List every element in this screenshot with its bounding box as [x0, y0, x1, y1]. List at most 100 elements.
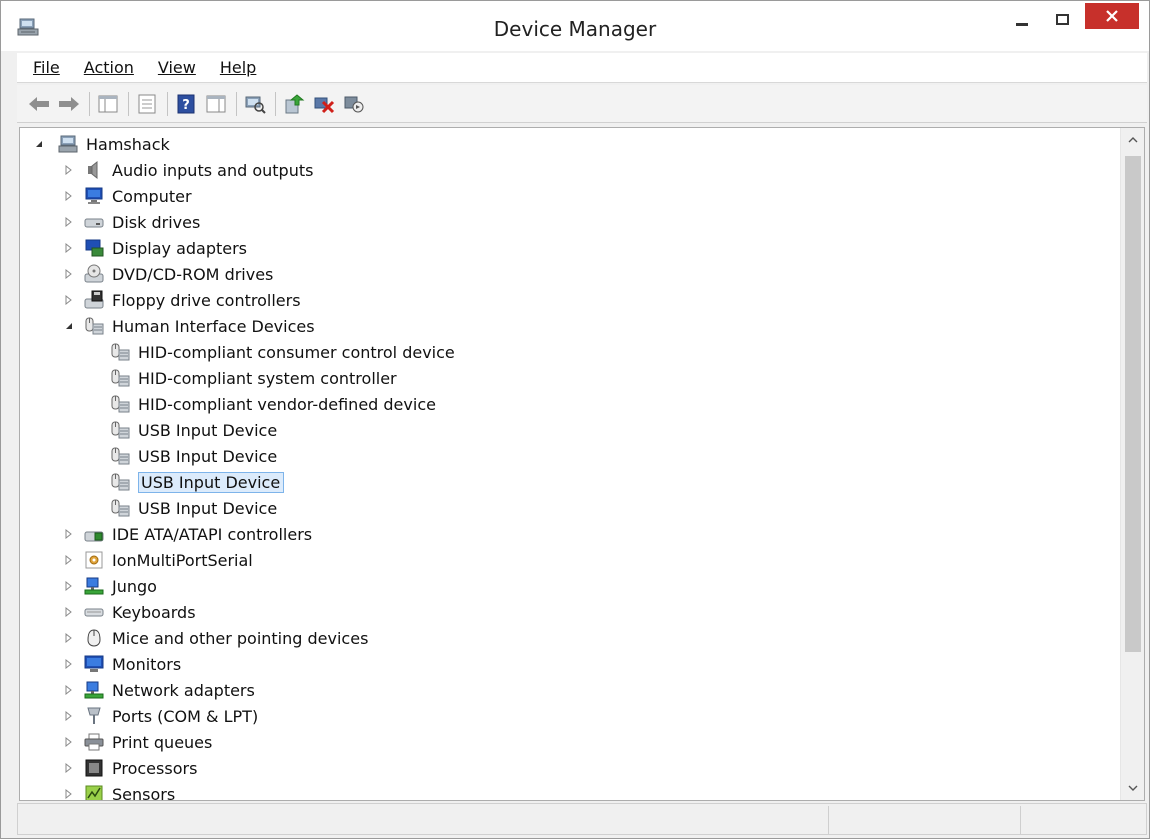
device-manager-window: Device Manager File Action View Help ? H…: [0, 0, 1150, 839]
tree-device-node[interactable]: USB Input Device: [110, 444, 277, 468]
tree-expander[interactable]: [64, 711, 74, 721]
tree-expander[interactable]: [64, 763, 74, 773]
tree-category-node[interactable]: Processors: [84, 756, 197, 780]
expand-right-icon: [65, 763, 72, 773]
tree-root-node[interactable]: Hamshack: [58, 132, 170, 156]
menu-view[interactable]: View: [158, 58, 196, 77]
expand-right-icon: [65, 191, 72, 201]
back-arrow-icon: [29, 96, 49, 111]
tree-category-node[interactable]: Floppy drive controllers: [84, 288, 301, 312]
scrollbar-thumb[interactable]: [1125, 156, 1141, 652]
tree-category-node[interactable]: Print queues: [84, 730, 212, 754]
tree-category-node[interactable]: Audio inputs and outputs: [84, 158, 313, 182]
tree-category-node[interactable]: Mice and other pointing devices: [84, 626, 368, 650]
tree-node-label: HID-compliant consumer control device: [138, 342, 455, 362]
show-hide-console-tree-button[interactable]: [96, 92, 120, 116]
keyboard-icon: [84, 608, 104, 617]
tree-expander[interactable]: [64, 217, 74, 227]
show-action-pane-button[interactable]: [204, 92, 228, 116]
expand-down-icon: [66, 323, 72, 329]
tree-category-node[interactable]: DVD/CD-ROM drives: [84, 262, 273, 286]
status-bar: [17, 803, 1147, 835]
disable-device-button[interactable]: [342, 92, 366, 116]
tree-category-node[interactable]: Sensors: [84, 782, 176, 801]
expand-down-icon: [36, 141, 42, 147]
scroll-down-button[interactable]: [1121, 776, 1144, 800]
forward-button[interactable]: [57, 92, 81, 116]
expand-right-icon: [65, 295, 72, 305]
menu-help-label: Help: [219, 58, 257, 77]
close-button[interactable]: [1085, 3, 1139, 29]
tree-node-label: Human Interface Devices: [112, 316, 315, 336]
tree-expander[interactable]: [64, 269, 74, 279]
tree-expander[interactable]: [64, 243, 74, 253]
uninstall-device-button[interactable]: [312, 92, 336, 116]
maximize-button[interactable]: [1045, 1, 1079, 37]
title-bar[interactable]: Device Manager: [1, 1, 1149, 51]
speaker-icon: [88, 160, 98, 180]
tree-node-label: Processors: [112, 758, 198, 778]
tree-node-label: Jungo: [112, 576, 157, 596]
help-button[interactable]: ?: [174, 92, 198, 116]
tree-expander[interactable]: [64, 789, 74, 799]
tree-expander[interactable]: [64, 581, 74, 591]
tree-device-node[interactable]: USB Input Device: [110, 418, 277, 442]
tree-expander[interactable]: [64, 165, 74, 175]
tree-expander[interactable]: [34, 139, 44, 149]
menu-action-label: Action: [83, 58, 134, 77]
tree-expander[interactable]: [64, 607, 74, 617]
display-adapter-icon: [85, 239, 104, 257]
tree-node-label: Print queues: [112, 732, 213, 752]
port-icon: [87, 707, 101, 724]
tree-category-node[interactable]: IonMultiPortSerial: [84, 548, 253, 572]
tree-device-node[interactable]: HID-compliant system controller: [110, 366, 397, 390]
tree-device-node[interactable]: HID-compliant consumer control device: [110, 340, 455, 364]
tree-node-label: USB Input Device: [138, 498, 278, 518]
update-driver-icon: [285, 93, 305, 113]
monitor-icon: [84, 655, 104, 672]
tree-node-label: Display adapters: [112, 238, 248, 258]
tree-category-node[interactable]: Human Interface Devices: [84, 314, 315, 338]
tree-expander[interactable]: [64, 659, 74, 669]
tree-node-label: Sensors: [112, 784, 176, 801]
tree-category-node[interactable]: Disk drives: [84, 210, 200, 234]
toolbar: ?: [17, 85, 1147, 123]
update-driver-button[interactable]: [282, 92, 306, 116]
expand-right-icon: [65, 659, 72, 669]
show-action-pane-icon: [206, 95, 226, 112]
tree-expander[interactable]: [64, 321, 74, 331]
tree-category-node[interactable]: IDE ATA/ATAPI controllers: [84, 522, 312, 546]
device-tree[interactable]: Hamshack Audio inputs and outputs Computer…: [19, 127, 1145, 801]
tree-category-node[interactable]: Keyboards: [84, 600, 196, 624]
hid-icon: [111, 499, 130, 517]
vertical-scrollbar[interactable]: [1120, 128, 1144, 800]
menu-action[interactable]: Action: [84, 58, 134, 77]
tree-expander[interactable]: [64, 191, 74, 201]
tree-expander[interactable]: [64, 685, 74, 695]
properties-button[interactable]: [135, 92, 159, 116]
expand-right-icon: [65, 711, 72, 721]
tree-category-node[interactable]: Jungo: [84, 574, 157, 598]
expand-right-icon: [65, 685, 72, 695]
tree-device-node[interactable]: HID-compliant vendor-defined device: [110, 392, 436, 416]
tree-category-node[interactable]: Ports (COM & LPT): [84, 704, 258, 728]
tree-expander[interactable]: [64, 295, 74, 305]
mouse-icon: [87, 629, 101, 647]
tree-expander[interactable]: [64, 555, 74, 565]
tree-device-node[interactable]: USB Input Device: [110, 496, 277, 520]
tree-expander[interactable]: [64, 633, 74, 643]
tree-expander[interactable]: [64, 737, 74, 747]
tree-device-node[interactable]: USB Input Device: [110, 470, 285, 494]
computer-icon: [85, 187, 103, 204]
back-button[interactable]: [27, 92, 51, 116]
tree-category-node[interactable]: Computer: [84, 184, 192, 208]
tree-category-node[interactable]: Display adapters: [84, 236, 247, 260]
tree-category-node[interactable]: Monitors: [84, 652, 181, 676]
menu-help[interactable]: Help: [220, 58, 256, 77]
scan-hardware-button[interactable]: [243, 92, 267, 116]
scroll-up-button[interactable]: [1121, 128, 1144, 152]
tree-expander[interactable]: [64, 529, 74, 539]
tree-category-node[interactable]: Network adapters: [84, 678, 255, 702]
minimize-button[interactable]: [1005, 1, 1039, 37]
menu-file[interactable]: File: [33, 58, 60, 77]
